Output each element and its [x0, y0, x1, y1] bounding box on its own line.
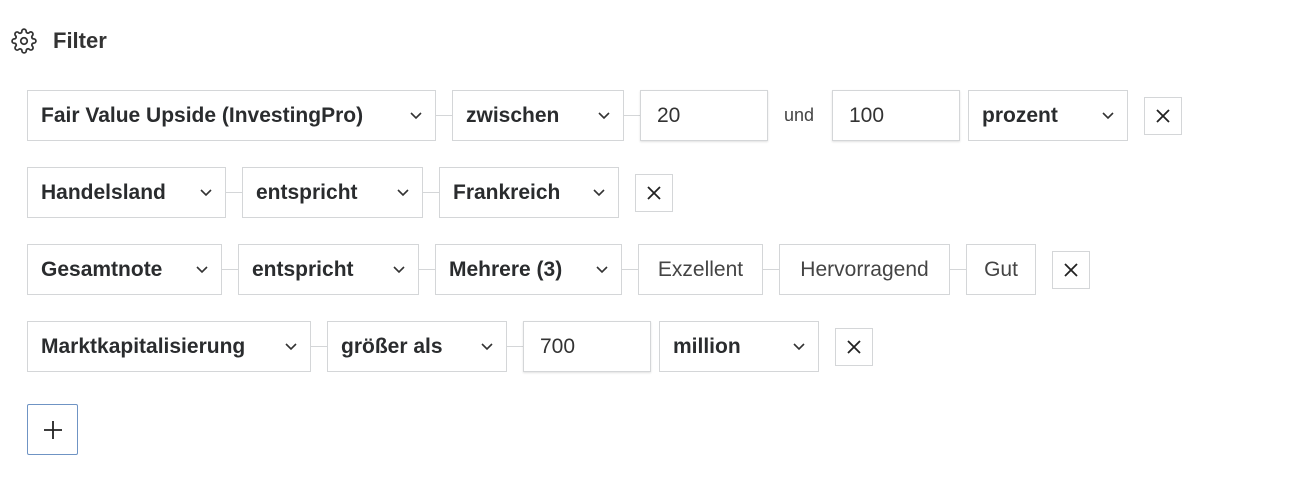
- chevron-down-icon: [793, 343, 805, 351]
- chevron-down-icon: [285, 343, 297, 351]
- unit-select[interactable]: million: [659, 321, 819, 372]
- operator-select[interactable]: entspricht: [242, 167, 423, 218]
- connector: [507, 346, 523, 347]
- field-select-label: Gesamtnote: [41, 257, 163, 281]
- filter-header: Filter: [10, 26, 107, 56]
- chevron-down-icon: [598, 112, 610, 120]
- remove-filter-button[interactable]: [1144, 97, 1182, 135]
- connector: [622, 269, 638, 270]
- operator-select[interactable]: entspricht: [238, 244, 419, 295]
- gear-icon[interactable]: [10, 27, 38, 55]
- remove-filter-button[interactable]: [835, 328, 873, 366]
- chevron-down-icon: [410, 112, 422, 120]
- close-icon: [1156, 109, 1170, 123]
- value-select[interactable]: Mehrere (3): [435, 244, 622, 295]
- remove-filter-button[interactable]: [1052, 251, 1090, 289]
- operator-select-label: entspricht: [256, 180, 358, 204]
- connector: [624, 115, 640, 116]
- value-select-label: Frankreich: [453, 180, 561, 204]
- field-select[interactable]: Marktkapitalisierung: [27, 321, 311, 372]
- connector: [436, 115, 452, 116]
- connector: [222, 269, 238, 270]
- field-select-label: Fair Value Upside (InvestingPro): [41, 103, 364, 127]
- unit-select[interactable]: prozent: [968, 90, 1128, 141]
- connector: [950, 269, 966, 270]
- connector: [423, 192, 439, 193]
- close-icon: [647, 186, 661, 200]
- value-select-label: Mehrere (3): [449, 257, 563, 281]
- field-select[interactable]: Fair Value Upside (InvestingPro): [27, 90, 436, 141]
- chevron-down-icon: [393, 266, 405, 274]
- add-filter-button[interactable]: [27, 404, 78, 455]
- unit-select-label: prozent: [982, 103, 1058, 127]
- connector: [226, 192, 242, 193]
- chevron-down-icon: [593, 189, 605, 197]
- value-from-input[interactable]: 20: [640, 90, 768, 141]
- value-input[interactable]: 700: [523, 321, 651, 372]
- field-select[interactable]: Handelsland: [27, 167, 226, 218]
- chevron-down-icon: [397, 189, 409, 197]
- connector: [419, 269, 435, 270]
- chevron-down-icon: [1102, 112, 1114, 120]
- unit-select-label: million: [673, 334, 741, 358]
- connector: [763, 269, 779, 270]
- value-select[interactable]: Frankreich: [439, 167, 619, 218]
- page-title: Filter: [53, 28, 107, 53]
- operator-select[interactable]: zwischen: [452, 90, 624, 141]
- value-tag[interactable]: Exzellent: [638, 244, 763, 295]
- operator-select-label: entspricht: [252, 257, 354, 281]
- field-select-label: Handelsland: [41, 180, 166, 204]
- chevron-down-icon: [481, 343, 493, 351]
- close-icon: [847, 340, 861, 354]
- plus-icon: [43, 420, 62, 439]
- field-select-label: Marktkapitalisierung: [41, 334, 246, 358]
- operator-select[interactable]: größer als: [327, 321, 507, 372]
- operator-select-label: zwischen: [466, 103, 560, 127]
- operator-select-label: größer als: [341, 334, 443, 358]
- value-tag[interactable]: Gut: [966, 244, 1036, 295]
- connector: [311, 346, 327, 347]
- chevron-down-icon: [596, 266, 608, 274]
- close-icon: [1064, 263, 1078, 277]
- chevron-down-icon: [200, 189, 212, 197]
- value-to-input[interactable]: 100: [832, 90, 960, 141]
- joiner-label: und: [784, 105, 815, 125]
- chevron-down-icon: [196, 266, 208, 274]
- remove-filter-button[interactable]: [635, 174, 673, 212]
- value-tag[interactable]: Hervorragend: [779, 244, 950, 295]
- field-select[interactable]: Gesamtnote: [27, 244, 222, 295]
